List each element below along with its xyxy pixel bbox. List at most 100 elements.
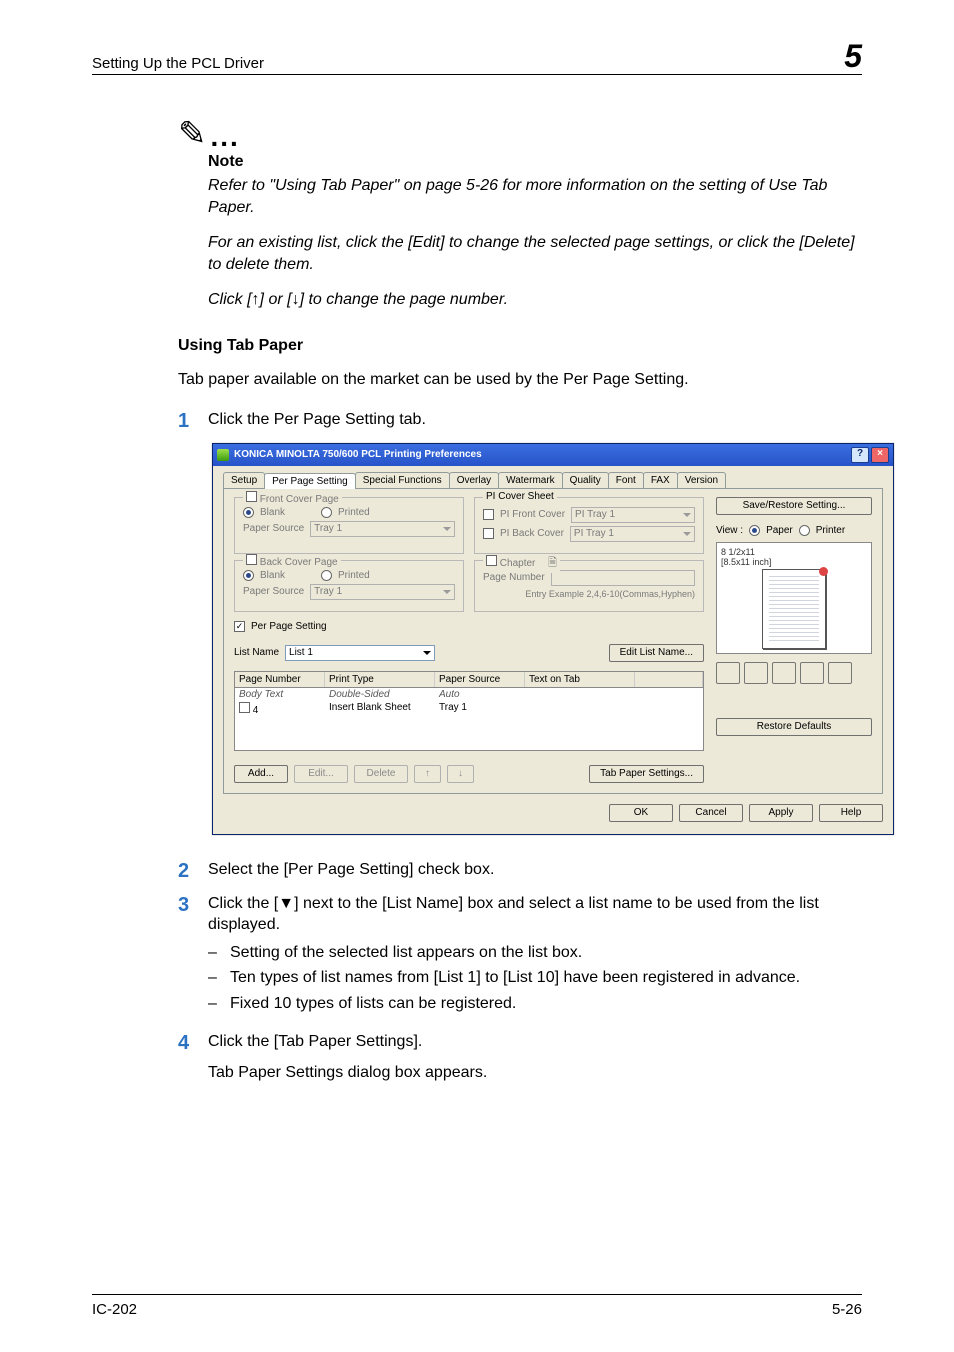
chapter-hint: Entry Example 2,4,6-10(Commas,Hyphen) — [525, 589, 695, 599]
help-button-bottom[interactable]: Help — [819, 804, 883, 822]
cell-pn: 4 — [253, 705, 259, 716]
preview-page — [762, 569, 826, 649]
tab-font[interactable]: Font — [608, 472, 644, 488]
view-printer-label: Printer — [816, 525, 845, 536]
tab-paper-settings-button[interactable]: Tab Paper Settings... — [589, 765, 704, 783]
move-down-button[interactable]: ↓ — [447, 765, 474, 783]
list-row[interactable]: Body Text Double-Sided Auto — [235, 688, 703, 701]
chapter-checkbox[interactable] — [486, 555, 497, 566]
tab-per-page-setting[interactable]: Per Page Setting — [264, 473, 356, 489]
list-name-dropdown[interactable]: List 1 — [285, 645, 435, 661]
view-printer-radio[interactable] — [799, 525, 810, 536]
row-checkbox[interactable] — [239, 702, 250, 713]
front-cover-group: Front Cover Page Blank Printed Paper Sou… — [234, 497, 464, 554]
tab-quality[interactable]: Quality — [562, 472, 609, 488]
tab-special-functions[interactable]: Special Functions — [355, 472, 450, 488]
tab-fax[interactable]: FAX — [643, 472, 678, 488]
front-printed-radio[interactable] — [321, 507, 332, 518]
preview-box: 8 1/2x11 [8.5x11 inch] — [716, 542, 872, 654]
note-para-1: Refer to "Using Tab Paper" on page 5-26 … — [208, 175, 862, 218]
layout-icon-1[interactable] — [716, 662, 740, 684]
add-button[interactable]: Add... — [234, 765, 288, 783]
back-printed-label: Printed — [338, 570, 370, 581]
save-restore-button[interactable]: Save/Restore Setting... — [716, 497, 872, 515]
tab-setup[interactable]: Setup — [223, 472, 265, 488]
back-blank-label: Blank — [260, 570, 285, 581]
step-3-text: Click the [▼] next to the [List Name] bo… — [208, 895, 819, 934]
list-header: Page Number Print Type Paper Source Text… — [234, 671, 704, 688]
per-page-setting-checkbox[interactable] — [234, 621, 245, 632]
layout-icon-4[interactable] — [800, 662, 824, 684]
col-page-number[interactable]: Page Number — [235, 672, 325, 687]
preview-dims-1: 8 1/2x11 — [721, 547, 867, 557]
edit-list-name-button[interactable]: Edit List Name... — [609, 644, 704, 662]
restore-defaults-button[interactable]: Restore Defaults — [716, 718, 872, 736]
edit-button[interactable]: Edit... — [294, 765, 348, 783]
col-position[interactable] — [635, 672, 703, 687]
layout-icon-5[interactable] — [828, 662, 852, 684]
apply-button[interactable]: Apply — [749, 804, 813, 822]
front-source-dropdown[interactable]: Tray 1 — [310, 521, 455, 537]
col-paper-source[interactable]: Paper Source — [435, 672, 525, 687]
cell: Auto — [435, 688, 525, 701]
ok-button[interactable]: OK — [609, 804, 673, 822]
list-row[interactable]: 4 Insert Blank Sheet Tray 1 — [235, 701, 703, 717]
help-button[interactable]: ? — [851, 447, 869, 463]
chapter-number: 5 — [844, 40, 862, 72]
cell — [525, 701, 635, 717]
close-button[interactable]: × — [871, 447, 889, 463]
back-printed-radio[interactable] — [321, 570, 332, 581]
back-source-dropdown[interactable]: Tray 1 — [310, 584, 455, 600]
chapter-title: Chapter — [500, 558, 536, 569]
file-icon: 🗎 — [548, 557, 557, 569]
back-blank-radio[interactable] — [243, 570, 254, 581]
front-cover-checkbox-label[interactable]: Front Cover Page — [243, 491, 342, 505]
back-source-value: Tray 1 — [314, 586, 342, 597]
col-text-on-tab[interactable]: Text on Tab — [525, 672, 635, 687]
per-page-setting-label: Per Page Setting — [251, 621, 327, 632]
list-body[interactable]: Body Text Double-Sided Auto 4 Insert Bla… — [234, 688, 704, 751]
front-blank-radio[interactable] — [243, 507, 254, 518]
view-paper-radio[interactable] — [749, 525, 760, 536]
cancel-button[interactable]: Cancel — [679, 804, 743, 822]
note-para-3: Click [↑] or [↓] to change the page numb… — [208, 289, 862, 311]
layout-icon-2[interactable] — [744, 662, 768, 684]
back-cover-group: Back Cover Page Blank Printed Paper Sour… — [234, 560, 464, 612]
chapter-page-input[interactable] — [551, 570, 695, 586]
chapter-group: Chapter 🗎 Page Number Entry Example 2,4,… — [474, 560, 704, 612]
view-paper-label: Paper — [766, 525, 793, 536]
front-cover-title: Front Cover Page — [260, 494, 339, 505]
app-icon — [217, 449, 229, 461]
chapter-checkbox-label[interactable]: Chapter 🗎 — [483, 554, 560, 573]
step-4-text: Click the [Tab Paper Settings]. — [208, 1031, 862, 1053]
delete-button[interactable]: Delete — [354, 765, 408, 783]
tabs-row: Setup Per Page Setting Special Functions… — [223, 472, 883, 489]
step-3-bullet-2: Ten types of list names from [List 1] to… — [208, 967, 862, 989]
back-cover-checkbox[interactable] — [246, 554, 257, 565]
pi-back-checkbox[interactable] — [483, 528, 494, 539]
tab-watermark[interactable]: Watermark — [498, 472, 563, 488]
front-cover-checkbox[interactable] — [246, 491, 257, 502]
pi-cover-title: PI Cover Sheet — [483, 491, 557, 502]
preview-dims-2: [8.5x11 inch] — [721, 557, 867, 567]
layout-icon-3[interactable] — [772, 662, 796, 684]
step-3-bullet-3: Fixed 10 types of lists can be registere… — [208, 993, 862, 1015]
pi-front-dropdown[interactable]: PI Tray 1 — [571, 507, 695, 523]
intro-paragraph: Tab paper available on the market can be… — [178, 369, 862, 391]
note-label: Note — [208, 153, 862, 171]
back-cover-checkbox-label[interactable]: Back Cover Page — [243, 554, 341, 568]
col-print-type[interactable]: Print Type — [325, 672, 435, 687]
pi-back-dropdown[interactable]: PI Tray 1 — [570, 526, 695, 542]
list-name-value: List 1 — [289, 647, 313, 658]
move-up-button[interactable]: ↑ — [414, 765, 441, 783]
chapter-page-label: Page Number — [483, 572, 545, 583]
pi-cover-group: PI Cover Sheet PI Front Cover PI Tray 1 — [474, 497, 704, 554]
step-3-number: 3 — [178, 893, 208, 915]
page-running-title: Setting Up the PCL Driver — [92, 55, 264, 72]
tab-version[interactable]: Version — [677, 472, 726, 488]
cell: Double-Sided — [325, 688, 435, 701]
cell — [635, 701, 703, 717]
pi-front-checkbox[interactable] — [483, 509, 494, 520]
step-1-text: Click the Per Page Setting tab. — [208, 409, 862, 431]
tab-overlay[interactable]: Overlay — [449, 472, 499, 488]
